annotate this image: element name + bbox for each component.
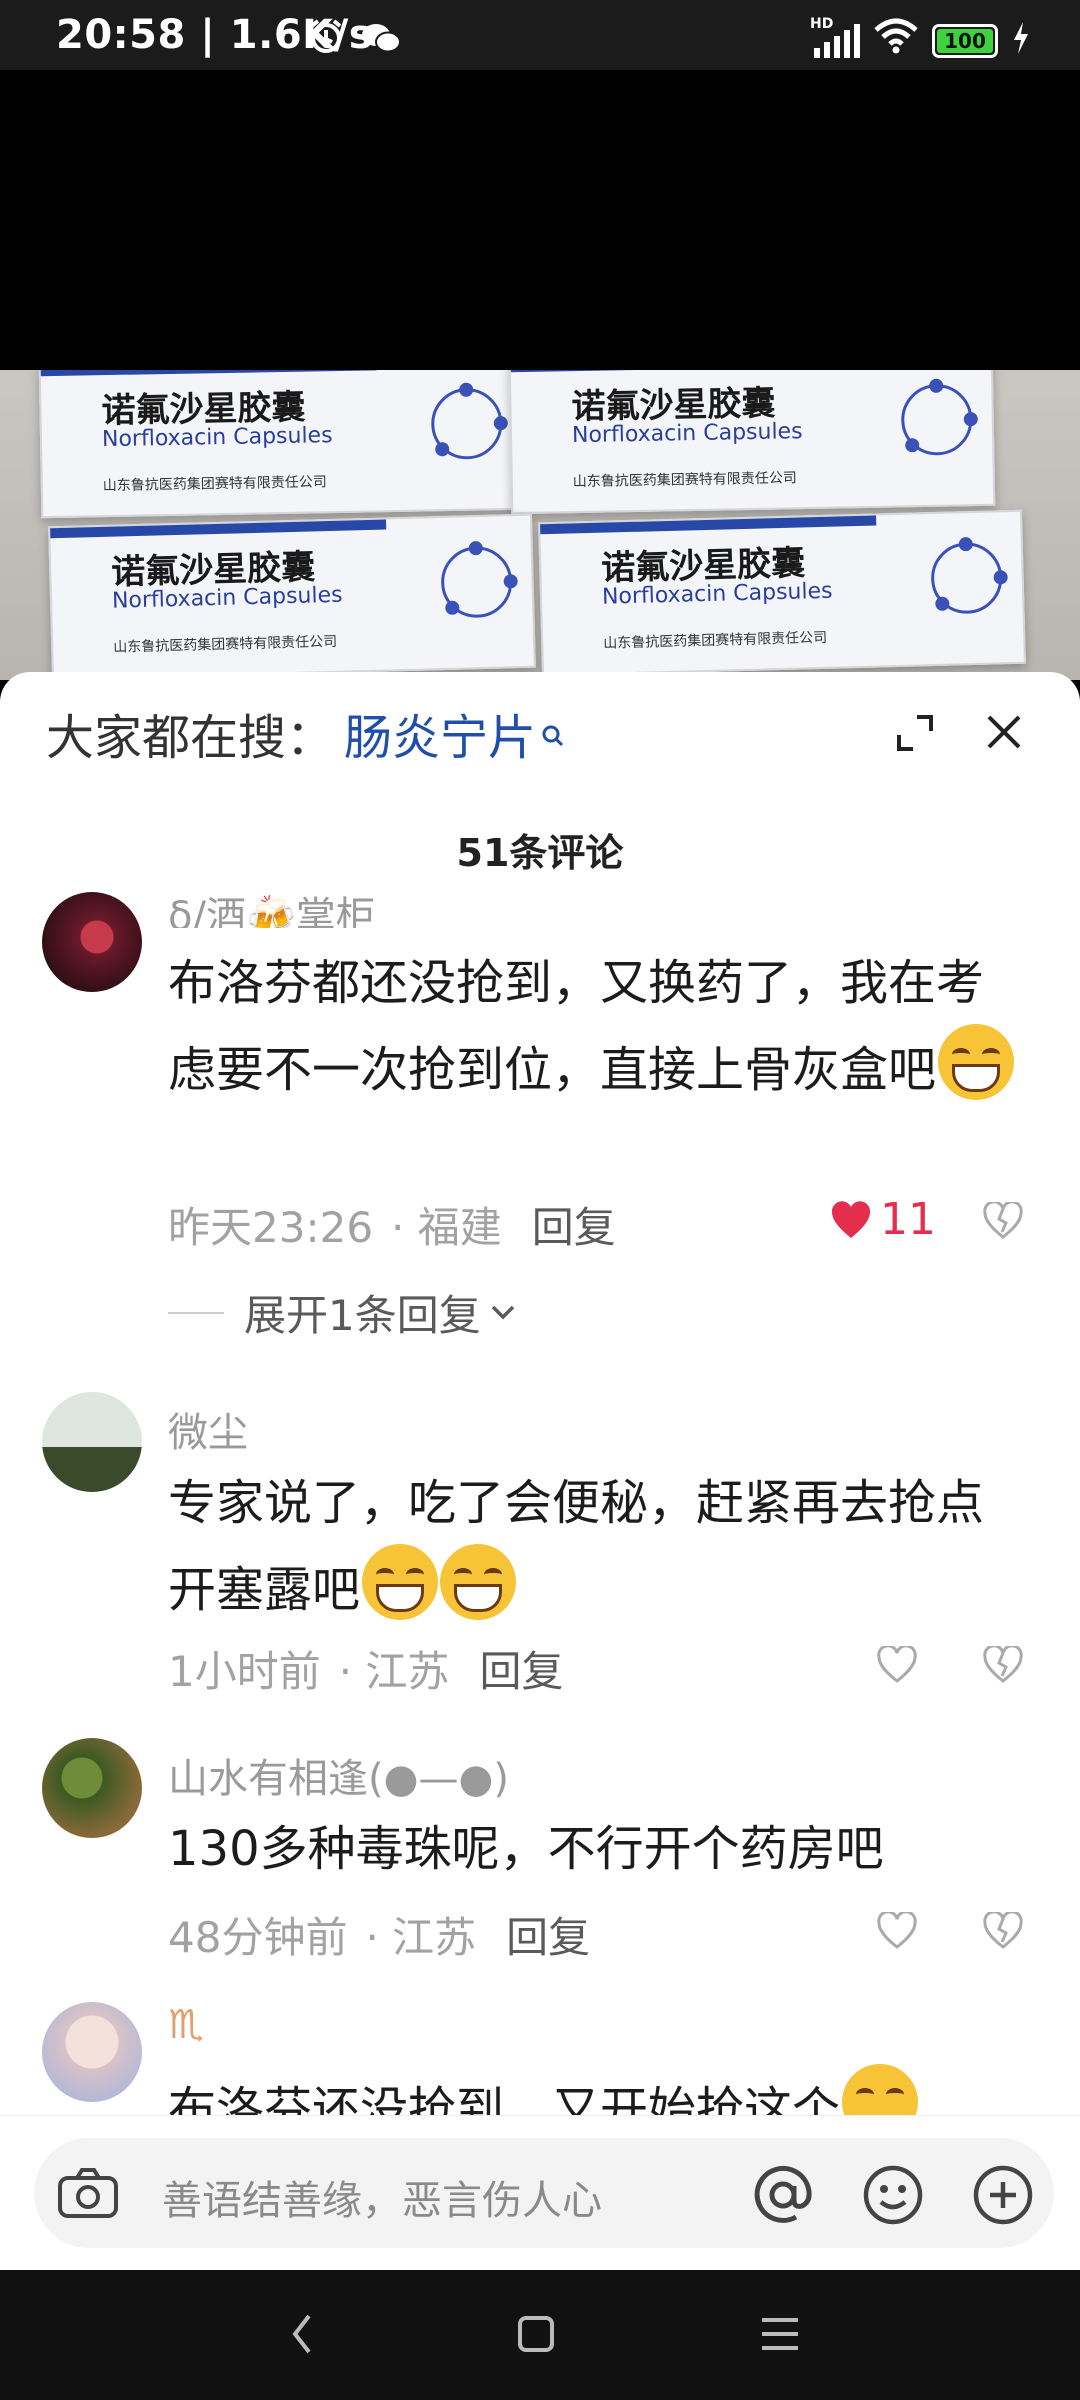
medicine-box: 诺氟沙星胶囊 Norfloxacin Capsules 山东鲁抗医药集团赛特有限…	[538, 509, 1026, 677]
comment-text[interactable]: 130多种毒珠呢，不行开个药房吧	[168, 1808, 1028, 1890]
grinning-emoji-icon	[440, 1544, 517, 1620]
battery-icon: 100	[932, 24, 998, 58]
broken-heart-icon	[983, 1912, 1023, 1949]
medicine-box: 诺氟沙星胶囊 Norfloxacin Capsules 山东鲁抗医药集团赛特有限…	[508, 370, 996, 515]
comment-username[interactable]: 山水有相逢(●—●)	[168, 1746, 509, 1804]
like-button[interactable]: 11	[830, 1194, 936, 1245]
wifi-icon	[874, 18, 918, 64]
avatar[interactable]	[42, 2002, 142, 2102]
smiley-icon	[863, 2165, 923, 2225]
broken-heart-icon	[983, 1202, 1023, 1239]
medicine-box: 诺氟沙星胶囊 Norfloxacin Capsules 山东鲁抗医药集团赛特有限…	[38, 370, 526, 519]
add-button[interactable]	[970, 2162, 1036, 2228]
heart-outline-icon	[877, 1912, 917, 1949]
plus-circle-icon	[973, 2165, 1033, 2225]
comment-username[interactable]: ♏	[168, 2002, 204, 2048]
comment-meta: 昨天23:26 · 福建 回复	[168, 1194, 616, 1255]
comment-count: 51条评论	[456, 831, 624, 875]
like-count: 11	[880, 1194, 936, 1245]
video-player[interactable]	[0, 70, 1080, 370]
avatar[interactable]	[42, 1738, 142, 1838]
trending-search[interactable]: 大家都在搜： 肠炎宁片	[46, 698, 566, 768]
search-icon	[536, 705, 566, 761]
status-bar: 20:58 | 1.6K/s HD 100	[0, 0, 1080, 70]
comment-input-placeholder: 善语结善缘，恶言伤人心	[162, 2178, 602, 2224]
home-button[interactable]	[506, 2304, 566, 2364]
dislike-button[interactable]	[978, 1198, 1028, 1244]
reply-button[interactable]: 回复	[506, 1904, 590, 1965]
menu-icon	[762, 2318, 798, 2350]
chevron-down-icon	[491, 1305, 514, 1319]
back-button[interactable]	[272, 2304, 332, 2364]
heart-filled-icon	[831, 1200, 871, 1238]
reply-button[interactable]: 回复	[532, 1194, 616, 1255]
comment-time: 1小时前	[168, 1647, 321, 1696]
comment-text[interactable]: 布洛芬还没抢到，又开始抢这个	[168, 2064, 1028, 2115]
expand-button[interactable]	[888, 706, 942, 760]
back-icon	[292, 2314, 311, 2354]
charging-icon	[1012, 18, 1030, 64]
comment-meta: 48分钟前 · 江苏 回复	[168, 1904, 590, 1965]
comment-time: 48分钟前	[168, 1913, 348, 1962]
heart-outline-icon	[877, 1646, 917, 1683]
expand-replies-button[interactable]: 展开1条回复	[168, 1282, 519, 1343]
comment-location: · 江苏	[338, 1647, 450, 1696]
like-button[interactable]	[872, 1642, 922, 1688]
laughing-emoji-icon	[938, 1024, 1015, 1100]
wechat-icon	[360, 20, 402, 66]
comment-location: · 江苏	[365, 1913, 477, 1962]
avatar[interactable]	[42, 1392, 142, 1492]
recents-button[interactable]	[750, 2304, 810, 2364]
alarm-icon	[306, 16, 346, 66]
home-square-icon	[518, 2316, 554, 2352]
comment-item: ♏ 布洛芬还没抢到，又开始抢这个	[0, 1990, 1080, 2115]
comment-username[interactable]: δ/酒🍻掌柜	[168, 884, 376, 928]
medicine-box: 诺氟沙星胶囊 Norfloxacin Capsules 山东鲁抗医药集团赛特有限…	[48, 513, 536, 680]
expand-icon	[897, 715, 933, 751]
trending-search-keyword[interactable]: 肠炎宁片	[344, 698, 536, 768]
molecule-graphic	[431, 382, 508, 460]
comment-time: 昨天23:26	[168, 1203, 374, 1252]
close-icon	[987, 715, 1021, 749]
grinning-emoji-icon	[362, 1544, 439, 1620]
comment-meta: 1小时前 · 江苏 回复	[168, 1638, 563, 1699]
flushed-emoji-icon	[842, 2064, 919, 2115]
expand-replies-label: 展开1条回复	[244, 1291, 481, 1340]
at-icon	[754, 2165, 812, 2223]
like-button[interactable]	[872, 1908, 922, 1954]
comment-text[interactable]: 布洛芬都还没抢到，又换药了，我在考虑要不一次抢到位，直接上骨灰盒吧	[168, 942, 1028, 1111]
reply-button[interactable]: 回复	[479, 1638, 563, 1699]
mention-button[interactable]	[750, 2162, 816, 2228]
comment-text[interactable]: 专家说了，吃了会便秘，赶紧再去抢点开塞露吧	[168, 1462, 1028, 1631]
trending-search-prefix: 大家都在搜：	[46, 710, 335, 766]
dislike-button[interactable]	[978, 1642, 1028, 1688]
comment-username[interactable]: 微尘	[168, 1400, 248, 1458]
avatar[interactable]	[42, 892, 142, 992]
signal-icon: HD	[810, 16, 860, 58]
video-frame[interactable]: 诺氟沙星胶囊 Norfloxacin Capsules 山东鲁抗医药集团赛特有限…	[0, 370, 1080, 680]
camera-icon	[58, 2168, 118, 2218]
broken-heart-icon	[983, 1646, 1023, 1683]
dislike-button[interactable]	[978, 1908, 1028, 1954]
emoji-button[interactable]	[860, 2162, 926, 2228]
close-button[interactable]	[976, 704, 1032, 760]
comment-location: · 福建	[391, 1203, 502, 1252]
camera-button[interactable]	[52, 2160, 124, 2226]
